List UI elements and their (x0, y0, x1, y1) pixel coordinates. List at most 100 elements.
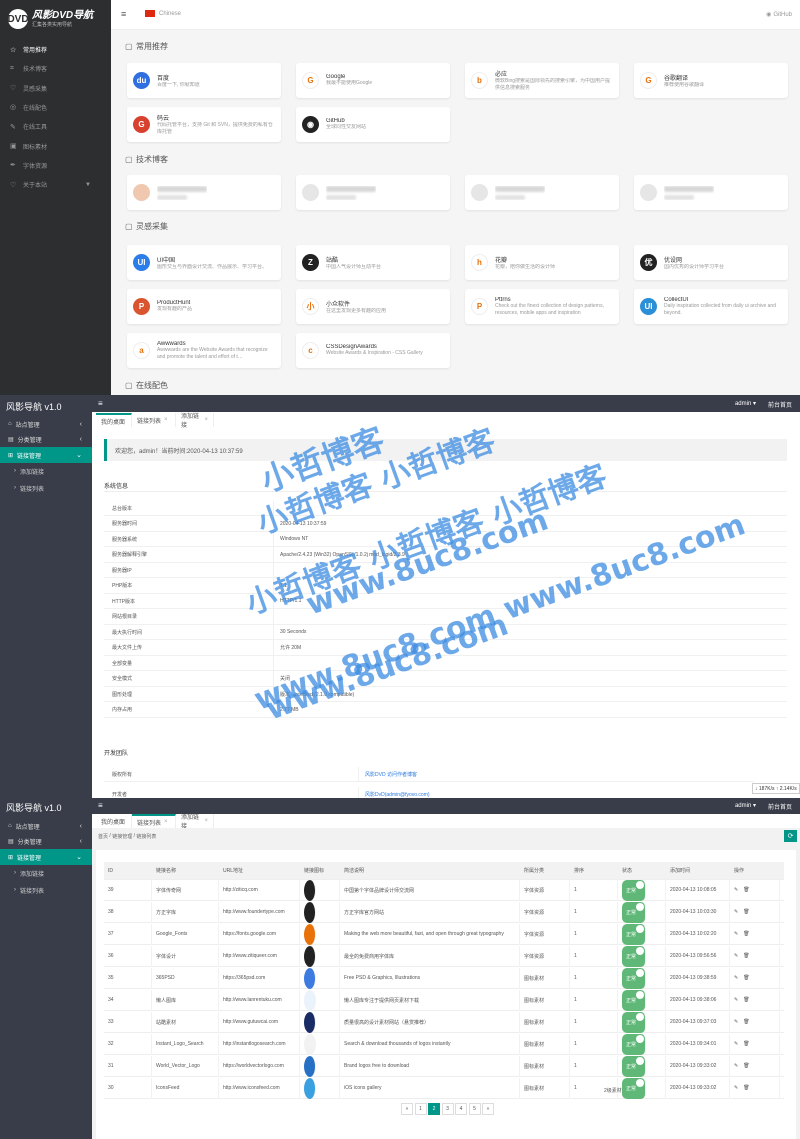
admin-subnav-item[interactable]: › 链接列表 (0, 480, 92, 496)
status-toggle[interactable]: 正常 (622, 1055, 646, 1077)
tab[interactable]: 我的桌面 (96, 814, 132, 828)
site-card[interactable]: 优优设网 国内优秀的设计师学习平台 (634, 245, 788, 280)
status-toggle[interactable]: 正常 (622, 1077, 646, 1099)
delete-icon[interactable]: 🗑 (743, 909, 749, 915)
delete-icon[interactable]: 🗑 (743, 1085, 749, 1091)
tab[interactable]: 我的桌面 (96, 413, 132, 427)
delete-icon[interactable]: 🗑 (743, 1041, 749, 1047)
admin-nav-item[interactable]: ⊞ 链接管理 ⌄ (0, 447, 92, 463)
refresh-button[interactable]: ⟳ (784, 830, 797, 842)
admin-nav-item[interactable]: ▤ 分类管理 ‹ (0, 834, 92, 850)
admin-nav-item[interactable]: ⊞ 链接管理 ⌄ (0, 849, 92, 865)
tab[interactable]: 添加链接 × (176, 814, 214, 830)
site-card[interactable]: UI CollectUI Daily inspiration collected f… (634, 289, 788, 324)
edit-icon[interactable]: ✎ (734, 1063, 738, 1069)
site-card[interactable]: UI UI中国 图形交互与界面设计交流、作品展示、学习平台。 (127, 245, 281, 280)
edit-icon[interactable]: ✎ (734, 997, 738, 1003)
page-button[interactable]: « (401, 1103, 413, 1115)
page-button[interactable]: 2 (428, 1103, 440, 1115)
menu-toggle-icon[interactable]: ≡ (98, 399, 103, 408)
sidebar-item[interactable]: ▣ 图标素材 (0, 137, 111, 156)
admin-subnav-item[interactable]: › 添加链接 (0, 865, 92, 881)
site-card[interactable]: P Pttrns Check out the finest collection o… (465, 289, 619, 324)
status-toggle[interactable]: 正常 (622, 989, 646, 1011)
sidebar-item[interactable]: ◎ 在线配色 (0, 98, 111, 117)
menu-toggle-icon[interactable]: ≡ (121, 9, 126, 19)
edit-icon[interactable]: ✎ (734, 1041, 738, 1047)
blog-card[interactable] (127, 175, 281, 210)
edit-icon[interactable]: ✎ (734, 1019, 738, 1025)
edit-icon[interactable]: ✎ (734, 887, 738, 893)
admin-nav-item[interactable]: ⌂ 站点管理 ‹ (0, 416, 92, 432)
delete-icon[interactable]: 🗑 (743, 887, 749, 893)
site-card[interactable]: G Google 我最不能使用Google (296, 63, 450, 98)
delete-icon[interactable]: 🗑 (743, 931, 749, 937)
frontpage-link[interactable]: 前台首页 (768, 400, 792, 409)
sidebar-item[interactable]: ♡ 关于本站 ▼ (0, 175, 111, 194)
status-toggle[interactable]: 正常 (622, 1011, 646, 1033)
user-menu[interactable]: admin ▾ (735, 400, 756, 407)
site-card[interactable]: b 必应 微软Bing搜索是国际领先的搜索引擎，为中国用户提供信息搜索服务 (465, 63, 619, 98)
close-icon[interactable]: × (204, 417, 208, 423)
page-button[interactable]: 1 (414, 1103, 427, 1115)
sidebar-item[interactable]: ✎ 在线工具 (0, 117, 111, 136)
site-card[interactable]: G 谷歌翻译 推荐使用谷歌翻译 (634, 63, 788, 98)
page-button[interactable]: » (482, 1103, 494, 1115)
status-toggle[interactable]: 正常 (622, 879, 646, 901)
delete-icon[interactable]: 🗑 (743, 1063, 749, 1069)
sidebar-item[interactable]: ♡ 灵感采集 (0, 79, 111, 98)
page-button[interactable]: 5 (468, 1103, 481, 1115)
delete-icon[interactable]: 🗑 (743, 997, 749, 1003)
blog-card[interactable] (465, 175, 619, 210)
sidebar-item[interactable]: ⌗ 技术博客 (0, 59, 111, 78)
site-card[interactable]: ◉ GitHub 全球同性交友网站 (296, 107, 450, 142)
sidebar-item[interactable]: ☆ 常用推荐 (0, 40, 111, 59)
admin-nav-item[interactable]: ⌂ 站点管理 ‹ (0, 818, 92, 834)
site-card[interactable]: h 花瓣 花瓣，陪你做生活的设计师 (465, 245, 619, 280)
delete-icon[interactable]: 🗑 (743, 953, 749, 959)
edit-icon[interactable]: ✎ (734, 953, 738, 959)
site-card[interactable]: 小小众软件 在这里发现更多有趣的应用 (296, 289, 450, 324)
menu-toggle-icon[interactable]: ≡ (98, 801, 103, 810)
edit-icon[interactable]: ✎ (734, 975, 738, 981)
page-button[interactable]: 4 (455, 1103, 467, 1115)
admin-subnav-item[interactable]: › 链接列表 (0, 882, 92, 898)
user-menu[interactable]: admin ▾ (735, 802, 756, 809)
delete-icon[interactable]: 🗑 (743, 1019, 749, 1025)
site-card[interactable]: P ProductHunt 发现有趣的产品 (127, 289, 281, 324)
frontpage-link[interactable]: 前台首页 (768, 802, 792, 811)
status-toggle[interactable]: 正常 (622, 967, 646, 989)
edit-icon[interactable]: ✎ (734, 1085, 738, 1091)
admin-nav-item[interactable]: ▤ 分类管理 ‹ (0, 432, 92, 448)
breadcrumb-home[interactable]: 首页 (98, 833, 108, 840)
site-card[interactable]: c CSSDesignAwards Website Awards & Inspira… (296, 333, 450, 368)
blog-card[interactable] (296, 175, 450, 210)
site-card[interactable]: a Awwwards Awwwards are the Website Awards… (127, 333, 281, 368)
page-button[interactable]: 3 (441, 1103, 454, 1115)
site-card[interactable]: du 百度 百度一下, 你就知道 (127, 63, 281, 98)
site-card[interactable]: Z 站酷 中国人气设计师互动平台 (296, 245, 450, 280)
link-logo-icon (304, 1077, 316, 1099)
close-icon[interactable]: × (164, 819, 168, 825)
close-icon[interactable]: × (204, 818, 208, 824)
site-desc: 代码托管平台，支持 Git 和 SVN，提供免费的私有仓库托管 (157, 122, 273, 135)
sidebar-item[interactable]: ✒ 字体资源 (0, 156, 111, 175)
status-toggle[interactable]: 正常 (622, 901, 646, 923)
blog-card[interactable] (634, 175, 788, 210)
github-link[interactable]: ◉ GitHub (766, 11, 792, 19)
admin-subnav-item[interactable]: › 添加链接 (0, 463, 92, 479)
close-icon[interactable]: × (164, 417, 168, 423)
brand[interactable]: DVD 风影DVD导航 汇集各类实用导航 (7, 4, 108, 34)
site-desc: Check out the finest collection of desig… (495, 302, 604, 316)
tab[interactable]: 链接列表 × (132, 814, 176, 828)
language-selector[interactable]: Chinese (145, 10, 181, 17)
status-toggle[interactable]: 正常 (622, 923, 646, 945)
delete-icon[interactable]: 🗑 (743, 975, 749, 981)
tab[interactable]: 链接列表 × (132, 413, 176, 427)
tab[interactable]: 添加链接 × (176, 413, 214, 429)
status-toggle[interactable]: 正常 (622, 945, 646, 967)
status-toggle[interactable]: 正常 (622, 1033, 646, 1055)
site-card[interactable]: G 码云 代码托管平台，支持 Git 和 SVN，提供免费的私有仓库托管 (127, 107, 281, 142)
edit-icon[interactable]: ✎ (734, 909, 738, 915)
edit-icon[interactable]: ✎ (734, 931, 738, 937)
